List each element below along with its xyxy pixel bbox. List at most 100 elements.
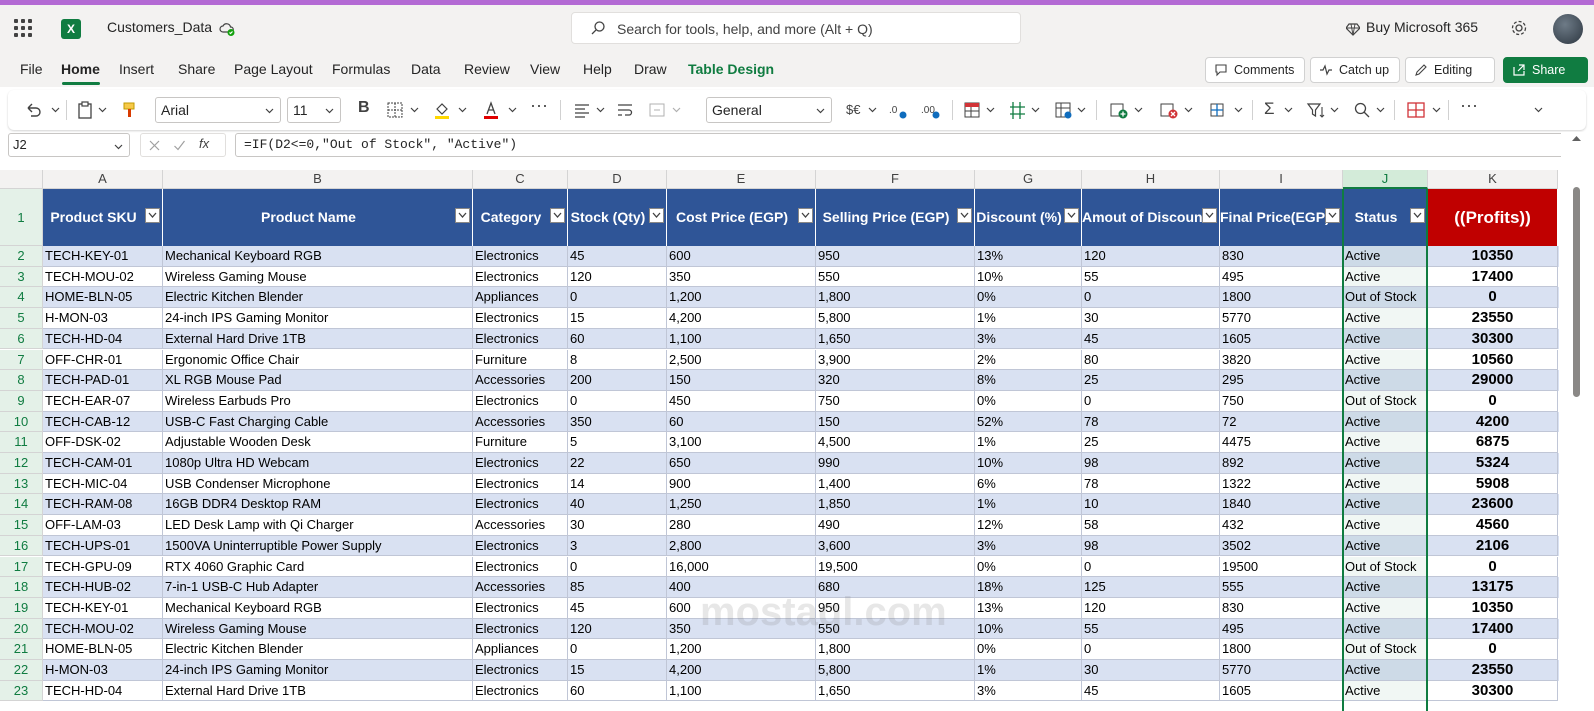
cell-styles-icon[interactable] — [1054, 99, 1072, 121]
profit-cell[interactable]: 10350 — [1428, 597, 1558, 619]
table-cell[interactable]: TECH-UPS-01 — [43, 535, 163, 557]
table-cell[interactable]: 30 — [1082, 660, 1220, 681]
table-cell[interactable]: 5,800 — [816, 660, 975, 681]
table-cell[interactable]: 320 — [816, 370, 975, 391]
column-header-g[interactable]: G — [975, 170, 1082, 189]
status-cell[interactable]: Active — [1343, 680, 1428, 702]
buy-microsoft-365-link[interactable]: Buy Microsoft 365 — [1366, 19, 1478, 35]
table-cell[interactable]: 892 — [1220, 453, 1343, 474]
table-cell[interactable]: 6% — [975, 473, 1082, 495]
status-cell[interactable]: Active — [1343, 577, 1428, 598]
table-cell[interactable]: Wireless Gaming Mouse — [163, 618, 473, 640]
column-header-d[interactable]: D — [568, 170, 667, 189]
status-cell[interactable]: Active — [1343, 515, 1428, 536]
user-avatar[interactable] — [1553, 14, 1583, 44]
profit-cell[interactable]: 29000 — [1428, 370, 1558, 391]
table-cell[interactable]: TECH-KEY-01 — [43, 246, 163, 267]
font-name-dropdown[interactable]: Arial — [155, 97, 281, 123]
tab-table-design[interactable]: Table Design — [688, 61, 774, 77]
table-cell[interactable]: LED Desk Lamp with Qi Charger — [163, 515, 473, 536]
table-cell[interactable]: TECH-HUB-02 — [43, 577, 163, 598]
table-cell[interactable]: 495 — [1220, 266, 1343, 288]
table-cell[interactable]: Electronics — [473, 556, 568, 578]
table-cell[interactable]: Ergonomic Office Chair — [163, 349, 473, 371]
filter-dropdown-icon[interactable] — [649, 208, 664, 223]
filter-dropdown-icon[interactable] — [1325, 208, 1340, 223]
status-cell[interactable]: Active — [1343, 266, 1428, 288]
row-header[interactable]: 15 — [0, 515, 43, 536]
conditional-formatting-icon[interactable] — [963, 99, 981, 121]
table-cell[interactable]: Electronics — [473, 473, 568, 495]
row-header[interactable]: 14 — [0, 494, 43, 516]
select-all-corner[interactable] — [0, 170, 43, 189]
table-cell[interactable]: 550 — [816, 266, 975, 288]
table-cell[interactable]: 12% — [975, 515, 1082, 536]
filter-dropdown-icon[interactable] — [798, 208, 813, 223]
row-header[interactable]: 10 — [0, 411, 43, 433]
table-cell[interactable]: 5 — [568, 432, 667, 453]
table-cell[interactable]: 295 — [1220, 370, 1343, 391]
table-cell[interactable]: 8% — [975, 370, 1082, 391]
table-cell[interactable]: Mechanical Keyboard RGB — [163, 597, 473, 619]
sort-filter-icon[interactable] — [1306, 99, 1326, 121]
row-header[interactable]: 3 — [0, 266, 43, 288]
undo-dropdown-chevron-icon[interactable] — [51, 105, 60, 114]
table-cell[interactable]: 1% — [975, 660, 1082, 681]
table-cell[interactable]: 7-in-1 USB-C Hub Adapter — [163, 577, 473, 598]
row-header[interactable]: 18 — [0, 577, 43, 598]
row-header[interactable]: 8 — [0, 370, 43, 391]
currency-dropdown-chevron-icon[interactable] — [868, 105, 877, 114]
table-cell[interactable]: 60 — [568, 680, 667, 702]
table-cell[interactable]: 16,000 — [667, 556, 816, 578]
autosum-chevron-icon[interactable] — [1284, 105, 1293, 114]
table-cell[interactable]: 3% — [975, 328, 1082, 350]
align-left-icon[interactable] — [573, 99, 591, 121]
status-cell[interactable]: Active — [1343, 246, 1428, 267]
table-cell[interactable]: 85 — [568, 577, 667, 598]
table-cell[interactable]: 1500VA Uninterruptible Power Supply — [163, 535, 473, 557]
tab-file[interactable]: File — [20, 61, 43, 77]
row-header[interactable]: 7 — [0, 349, 43, 371]
decrease-decimal-icon[interactable]: .0 — [888, 99, 908, 121]
table-cell[interactable]: 0 — [568, 390, 667, 412]
merge-dropdown-chevron-icon[interactable] — [672, 105, 681, 114]
table-cell[interactable]: 13% — [975, 597, 1082, 619]
status-cell[interactable]: Out of Stock — [1343, 639, 1428, 660]
table-cell[interactable]: 40 — [568, 494, 667, 516]
profit-cell[interactable]: 30300 — [1428, 680, 1558, 702]
profit-cell[interactable]: 13175 — [1428, 577, 1558, 598]
profit-cell[interactable]: 10350 — [1428, 246, 1558, 267]
find-chevron-icon[interactable] — [1376, 105, 1385, 114]
table-cell[interactable]: 555 — [1220, 577, 1343, 598]
name-box[interactable]: J2 — [8, 133, 130, 157]
undo-icon[interactable] — [24, 99, 42, 121]
table-cell[interactable]: OFF-CHR-01 — [43, 349, 163, 371]
insert-function-icon[interactable]: fx — [199, 136, 209, 151]
table-cell[interactable]: 5770 — [1220, 660, 1343, 681]
table-cell[interactable]: 1080p Ultra HD Webcam — [163, 453, 473, 474]
table-cell[interactable]: HOME-BLN-05 — [43, 287, 163, 309]
table-cell[interactable]: 3,900 — [816, 349, 975, 371]
profit-cell[interactable]: 23600 — [1428, 494, 1558, 516]
table-cell[interactable]: 150 — [816, 411, 975, 433]
column-header-i[interactable]: I — [1220, 170, 1343, 189]
table-cell[interactable]: 1,100 — [667, 328, 816, 350]
table-cell[interactable]: 350 — [667, 266, 816, 288]
table-cell[interactable]: 1800 — [1220, 287, 1343, 309]
table-cell[interactable]: 0% — [975, 556, 1082, 578]
table-cell[interactable]: Adjustable Wooden Desk — [163, 432, 473, 453]
table-cell[interactable]: 25 — [1082, 370, 1220, 391]
table-cell[interactable]: 45 — [568, 597, 667, 619]
profit-cell[interactable]: 6875 — [1428, 432, 1558, 453]
table-cell[interactable]: 0 — [1082, 556, 1220, 578]
table-cell[interactable]: RTX 4060 Graphic Card — [163, 556, 473, 578]
table-cell[interactable]: Electronics — [473, 597, 568, 619]
column-header-f[interactable]: F — [816, 170, 975, 189]
table-cell[interactable]: 16GB DDR4 Desktop RAM — [163, 494, 473, 516]
table-cell[interactable]: 55 — [1082, 266, 1220, 288]
table-cell[interactable]: Electronics — [473, 618, 568, 640]
bold-icon[interactable]: B — [358, 99, 370, 121]
table-cell[interactable]: Electronics — [473, 453, 568, 474]
table-cell[interactable]: 80 — [1082, 349, 1220, 371]
table-cell[interactable]: 3,100 — [667, 432, 816, 453]
